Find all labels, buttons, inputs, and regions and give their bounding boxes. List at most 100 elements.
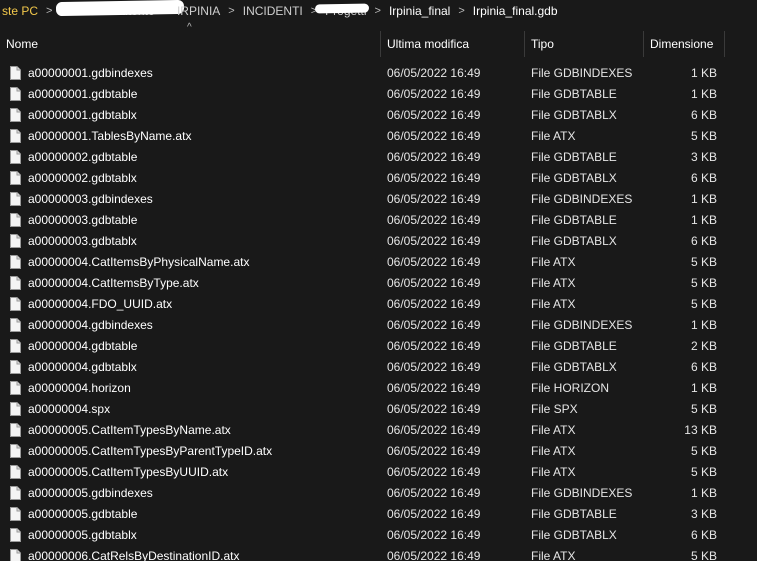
file-icon	[10, 108, 21, 122]
file-type: File ATX	[531, 444, 576, 458]
file-size: 6 KB	[690, 528, 717, 542]
file-type: File GDBINDEXES	[531, 486, 633, 500]
file-type: File ATX	[531, 297, 576, 311]
file-size: 6 KB	[690, 234, 717, 248]
breadcrumb-item-irpinia-final[interactable]: Irpinia_final	[383, 0, 456, 23]
file-type: File GDBTABLE	[531, 339, 617, 353]
table-row[interactable]: a00000004.CatItemsByPhysicalName.atx 06/0…	[0, 252, 757, 273]
file-size: 1 KB	[690, 66, 717, 80]
file-date: 06/05/2022 16:49	[387, 339, 481, 353]
table-row[interactable]: a00000004.spx 06/05/2022 16:49 File SPX 5 K…	[0, 399, 757, 420]
table-row[interactable]: a00000005.CatItemTypesByName.atx 06/05/20…	[0, 420, 757, 441]
table-row[interactable]: a00000003.gdbtable 06/05/2022 16:49 File G…	[0, 210, 757, 231]
file-icon	[10, 213, 21, 227]
file-name: a00000002.gdbtablx	[28, 171, 137, 185]
chevron-right-icon[interactable]: >	[44, 0, 54, 23]
table-row[interactable]: a00000005.CatItemTypesByUUID.atx 06/05/20…	[0, 462, 757, 483]
file-date: 06/05/2022 16:49	[387, 66, 481, 80]
chevron-right-icon[interactable]: >	[456, 0, 466, 23]
file-date: 06/05/2022 16:49	[387, 108, 481, 122]
file-icon	[10, 318, 21, 332]
table-row[interactable]: a00000004.gdbtable 06/05/2022 16:49 File G…	[0, 336, 757, 357]
file-size: 13 KB	[684, 423, 717, 437]
column-header-size[interactable]: Dimensione	[644, 31, 725, 57]
file-size: 1 KB	[690, 87, 717, 101]
file-name: a00000005.CatItemTypesByParentTypeID.atx	[28, 444, 273, 458]
file-icon	[10, 150, 21, 164]
file-icon	[10, 339, 21, 353]
sort-ascending-icon: ^	[187, 22, 192, 33]
redaction-mark	[315, 3, 370, 14]
file-date: 06/05/2022 16:49	[387, 87, 481, 101]
table-row[interactable]: a00000003.gdbtablx 06/05/2022 16:49 File G…	[0, 231, 757, 252]
file-type: File SPX	[531, 402, 578, 416]
file-name: a00000001.gdbtable	[28, 87, 138, 101]
table-row[interactable]: a00000004.CatItemsByType.atx 06/05/2022 1…	[0, 273, 757, 294]
column-header-name[interactable]: ^ Nome	[0, 22, 381, 57]
file-date: 06/05/2022 16:49	[387, 297, 481, 311]
table-row[interactable]: a00000006.CatRelsByDestinationID.atx 06/0…	[0, 546, 757, 561]
file-size: 5 KB	[690, 255, 717, 269]
column-header-date[interactable]: Ultima modifica	[381, 31, 525, 57]
file-type: File GDBINDEXES	[531, 318, 633, 332]
table-row[interactable]: a00000002.gdbtable 06/05/2022 16:49 File G…	[0, 147, 757, 168]
breadcrumb-item-current-folder[interactable]: Irpinia_final.gdb	[467, 0, 564, 23]
file-icon	[10, 360, 21, 374]
column-header: ^ Nome Ultima modifica Tipo Dimensione	[0, 22, 757, 57]
table-row[interactable]: a00000002.gdbtablx 06/05/2022 16:49 File G…	[0, 168, 757, 189]
table-row[interactable]: a00000005.gdbindexes 06/05/2022 16:49 File…	[0, 483, 757, 504]
table-row[interactable]: a00000004.FDO_UUID.atx 06/05/2022 16:49 Fi…	[0, 294, 757, 315]
column-header-type[interactable]: Tipo	[525, 31, 644, 57]
redaction-mark	[56, 0, 185, 17]
file-size: 1 KB	[690, 318, 717, 332]
file-name: a00000004.FDO_UUID.atx	[28, 297, 173, 311]
table-row[interactable]: a00000005.CatItemTypesByParentTypeID.atx…	[0, 441, 757, 462]
file-list: a00000001.gdbindexes 06/05/2022 16:49 File…	[0, 63, 757, 561]
file-size: 1 KB	[690, 213, 717, 227]
table-row[interactable]: a00000001.TablesByName.atx 06/05/2022 16:…	[0, 126, 757, 147]
table-row[interactable]: a00000004.horizon 06/05/2022 16:49 File HO…	[0, 378, 757, 399]
file-type: File GDBTABLE	[531, 87, 617, 101]
table-row[interactable]: a00000004.gdbtablx 06/05/2022 16:49 File G…	[0, 357, 757, 378]
table-row[interactable]: a00000005.gdbtable 06/05/2022 16:49 File G…	[0, 504, 757, 525]
file-type: File ATX	[531, 129, 576, 143]
breadcrumb-item-progetti[interactable]: Progetti	[315, 0, 372, 23]
file-date: 06/05/2022 16:49	[387, 528, 481, 542]
file-icon	[10, 297, 21, 311]
file-date: 06/05/2022 16:49	[387, 549, 481, 561]
file-size: 5 KB	[690, 402, 717, 416]
file-icon	[10, 507, 21, 521]
breadcrumb-item-incidenti[interactable]: INCIDENTI	[237, 0, 309, 23]
file-icon	[10, 276, 21, 290]
file-icon	[10, 129, 21, 143]
chevron-right-icon[interactable]: >	[226, 0, 236, 23]
table-row[interactable]: a00000001.gdbtablx 06/05/2022 16:49 File G…	[0, 105, 757, 126]
file-name: a00000004.CatItemsByPhysicalName.atx	[28, 255, 250, 269]
table-row[interactable]: a00000003.gdbindexes 06/05/2022 16:49 File…	[0, 189, 757, 210]
file-date: 06/05/2022 16:49	[387, 465, 481, 479]
file-icon	[10, 444, 21, 458]
breadcrumb-item-pc[interactable]: ste PC	[0, 0, 44, 23]
file-type: File ATX	[531, 423, 576, 437]
file-name: a00000005.gdbindexes	[28, 486, 153, 500]
file-date: 06/05/2022 16:49	[387, 507, 481, 521]
file-name: a00000003.gdbindexes	[28, 192, 153, 206]
table-row[interactable]: a00000005.gdbtablx 06/05/2022 16:49 File G…	[0, 525, 757, 546]
table-row[interactable]: a00000001.gdbindexes 06/05/2022 16:49 File…	[0, 63, 757, 84]
file-type: File ATX	[531, 465, 576, 479]
file-icon	[10, 234, 21, 248]
file-icon	[10, 528, 21, 542]
breadcrumb-item-irpinia[interactable]: IRPINIA	[171, 0, 226, 23]
file-type: File GDBTABLE	[531, 507, 617, 521]
file-name: a00000004.spx	[28, 402, 111, 416]
file-icon	[10, 549, 21, 561]
file-icon	[10, 486, 21, 500]
file-name: a00000004.gdbtable	[28, 339, 138, 353]
file-type: File GDBINDEXES	[531, 192, 633, 206]
table-row[interactable]: a00000001.gdbtable 06/05/2022 16:49 File G…	[0, 84, 757, 105]
breadcrumb-item-documents[interactable]: Documenti utente	[54, 0, 185, 23]
file-date: 06/05/2022 16:49	[387, 213, 481, 227]
table-row[interactable]: a00000004.gdbindexes 06/05/2022 16:49 File…	[0, 315, 757, 336]
file-icon	[10, 381, 21, 395]
chevron-right-icon[interactable]: >	[373, 0, 383, 23]
